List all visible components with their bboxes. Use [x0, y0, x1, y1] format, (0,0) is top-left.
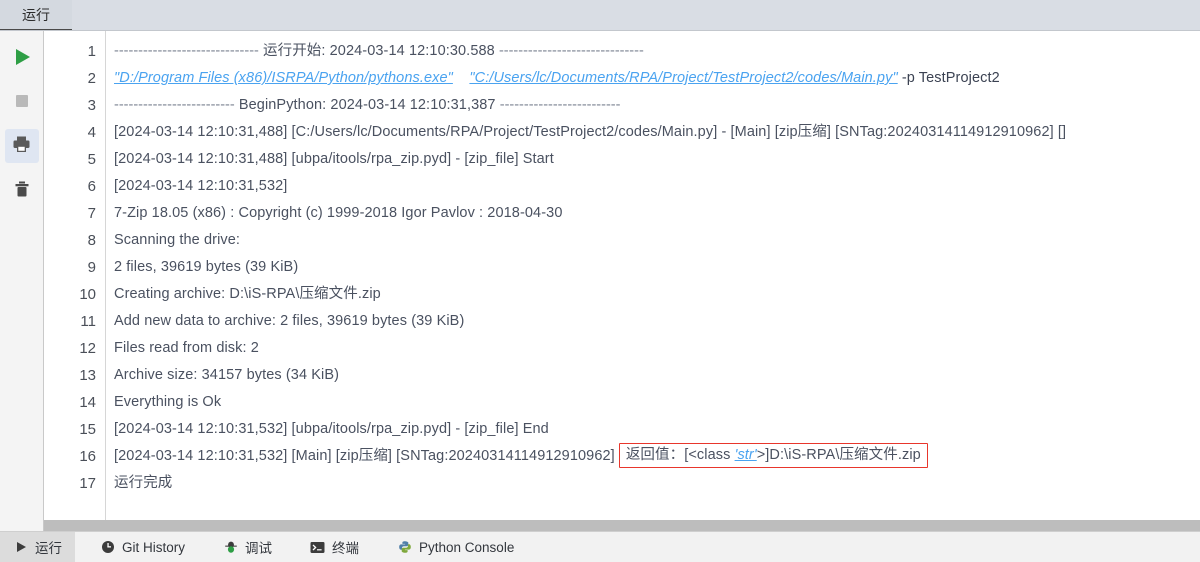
- line-number: 17: [79, 475, 96, 492]
- clock-icon: [100, 540, 115, 555]
- main-py-link[interactable]: "C:/Users/lc/Documents/RPA/Project/TestP…: [469, 70, 897, 86]
- console-line: [2024-03-14 12:10:31,488] [C:/Users/lc/D…: [114, 124, 1067, 140]
- console-line: 运行完成: [114, 475, 173, 491]
- statusbar-item-python-console-label: Python Console: [419, 539, 515, 555]
- line-number-gutter: 1 2 3 4 5 6 7 8 9 10 11 12 13 14 15 16 1…: [44, 31, 106, 531]
- line-number: 6: [87, 178, 96, 195]
- console-lines: ------------------------------ 运行开始: 202…: [106, 31, 1200, 531]
- line-number: 8: [87, 232, 96, 249]
- console-line: 7-Zip 18.05 (x86) : Copyright (c) 1999-2…: [114, 205, 563, 221]
- console-line: [2024-03-14 12:10:31,532] [Main] [zip压缩]…: [114, 443, 1200, 470]
- console-line: Creating archive: D:\iS-RPA\压缩文件.zip: [114, 286, 381, 302]
- statusbar-item-debug-label: 调试: [245, 541, 273, 556]
- line-number: 7: [87, 205, 96, 222]
- console-line: Everything is Ok: [114, 394, 222, 410]
- console-line: "D:/Program Files (x86)/ISRPA/Python/pyt…: [114, 65, 1200, 92]
- console-line: [2024-03-14 12:10:31,532]: [114, 178, 288, 194]
- statusbar-item-terminal[interactable]: 终端: [297, 532, 372, 562]
- play-icon: [12, 47, 32, 70]
- separator-dashes-right: -------------------------: [499, 97, 621, 113]
- statusbar-item-debug[interactable]: 调试: [210, 532, 285, 562]
- return-value-highlight: 返回值：[<class 'str'>]D:\iS-RPA\压缩文件.zip: [618, 443, 928, 468]
- line-number: 5: [87, 151, 96, 168]
- console-output-area[interactable]: 1 2 3 4 5 6 7 8 9 10 11 12 13 14 15 16 1…: [44, 31, 1200, 531]
- console-line: ------------------------- BeginPython: 2…: [114, 92, 1200, 119]
- statusbar-item-python-console[interactable]: Python Console: [384, 532, 527, 562]
- statusbar-item-git-history[interactable]: Git History: [87, 532, 198, 562]
- tab-strip: 运行: [0, 0, 1200, 32]
- return-value-path: >]D:\iS-RPA\压缩文件.zip: [756, 447, 921, 463]
- console-line: Add new data to archive: 2 files, 39619 …: [114, 313, 465, 329]
- tab-run[interactable]: 运行: [0, 0, 72, 32]
- console-line: [2024-03-14 12:10:31,488] [ubpa/itools/r…: [114, 151, 554, 167]
- separator-dashes-left: -------------------------: [114, 97, 235, 113]
- console-line: Files read from disk: 2: [114, 340, 259, 356]
- printer-icon: [11, 134, 32, 158]
- statusbar-item-terminal-label: 终端: [332, 541, 360, 556]
- line-number: 9: [87, 259, 96, 276]
- horizontal-scrollbar[interactable]: [44, 520, 1200, 531]
- statusbar-item-run-label: 运行: [35, 541, 62, 556]
- console-line: 2 files, 39619 bytes (39 KiB): [114, 259, 299, 275]
- separator-dashes-left: ------------------------------: [114, 43, 259, 59]
- trash-icon: [12, 179, 32, 202]
- command-args: -p TestProject2: [897, 70, 1000, 86]
- python-exe-link[interactable]: "D:/Program Files (x86)/ISRPA/Python/pyt…: [114, 70, 453, 86]
- clear-button[interactable]: [5, 173, 39, 207]
- console-line: [2024-03-14 12:10:31,532] [ubpa/itools/r…: [114, 421, 549, 437]
- line-number: 15: [79, 421, 96, 438]
- line-number: 11: [80, 313, 96, 330]
- statusbar-item-run[interactable]: 运行: [0, 532, 75, 562]
- line-number: 4: [87, 124, 96, 141]
- horizontal-scrollbar-thumb[interactable]: [44, 520, 1200, 531]
- run-console-window: 运行 1 2 3 4 5 6 7 8 9 10 11 12 13 14 15 1…: [0, 0, 1200, 562]
- console-line: ------------------------------ 运行开始: 202…: [114, 38, 1200, 65]
- stop-button[interactable]: [5, 85, 39, 119]
- python-icon: [397, 540, 412, 555]
- line-number: 14: [79, 394, 96, 411]
- console-line: Archive size: 34157 bytes (34 KiB): [114, 367, 340, 383]
- stop-icon: [12, 91, 32, 114]
- return-value-prefix: 返回值：[<class: [625, 447, 735, 463]
- log-prefix: [2024-03-14 12:10:31,532] [Main] [zip压缩]…: [114, 448, 615, 464]
- run-button[interactable]: [5, 41, 39, 75]
- line-number: 2: [87, 70, 96, 87]
- class-str-link[interactable]: 'str': [735, 447, 757, 463]
- line-number: 1: [87, 43, 96, 60]
- statusbar-item-git-history-label: Git History: [122, 539, 186, 555]
- main-body: 1 2 3 4 5 6 7 8 9 10 11 12 13 14 15 16 1…: [0, 30, 1200, 531]
- line-number: 12: [79, 340, 96, 357]
- status-bar: 运行 Git History 调试 终端 Python Console: [0, 531, 1200, 562]
- line-number: 10: [79, 286, 96, 303]
- line-number: 16: [79, 448, 96, 465]
- left-toolbar: [0, 31, 44, 531]
- bug-icon: [223, 540, 238, 555]
- print-button[interactable]: [4, 129, 39, 163]
- console-line: Scanning the drive:: [114, 232, 241, 248]
- separator-text: BeginPython: 2024-03-14 12:10:31,387: [234, 97, 500, 113]
- play-icon: [13, 540, 28, 555]
- line-number: 3: [87, 97, 96, 114]
- terminal-icon: [310, 540, 325, 555]
- separator-text: 运行开始: 2024-03-14 12:10:30.588: [258, 43, 499, 59]
- tab-run-label: 运行: [22, 7, 50, 23]
- separator-dashes-right: ------------------------------: [498, 43, 644, 59]
- line-number: 13: [79, 367, 96, 384]
